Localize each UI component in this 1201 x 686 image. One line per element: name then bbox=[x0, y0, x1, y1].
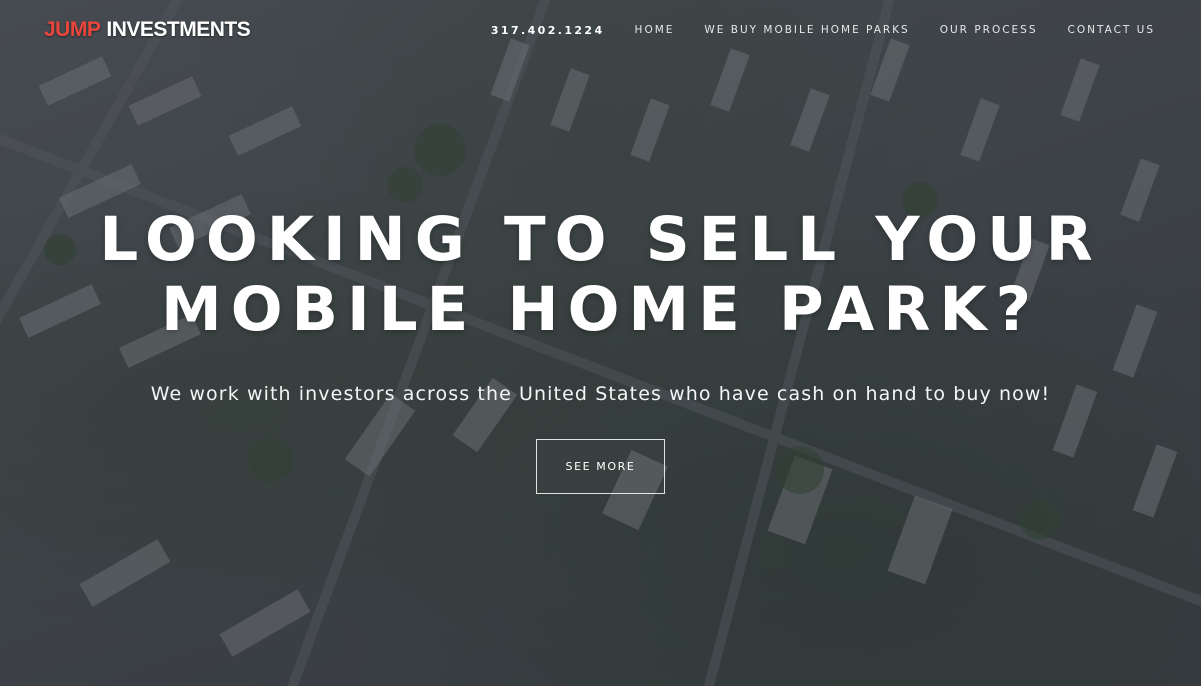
main-navigation: 317.402.1224 HOME WE BUY MOBILE HOME PAR… bbox=[491, 24, 1155, 37]
nav-item-contact-us[interactable]: CONTACT US bbox=[1068, 24, 1155, 36]
hero-headline: LOOKING TO SELL YOUR MOBILE HOME PARK? bbox=[0, 205, 1201, 345]
hero-subheadline: We work with investors across the United… bbox=[150, 383, 1051, 405]
site-header: JUMP INVESTMENTS 317.402.1224 HOME WE BU… bbox=[0, 0, 1201, 60]
brand-logo[interactable]: JUMP INVESTMENTS bbox=[44, 18, 251, 42]
logo-word-investments: INVESTMENTS bbox=[106, 18, 251, 41]
logo-word-jump: JUMP bbox=[44, 18, 101, 41]
hero-headline-line2: MOBILE HOME PARK? bbox=[161, 274, 1040, 345]
hero-section: LOOKING TO SELL YOUR MOBILE HOME PARK? W… bbox=[0, 205, 1201, 494]
nav-phone-link[interactable]: 317.402.1224 bbox=[491, 24, 605, 37]
see-more-button[interactable]: SEE MORE bbox=[536, 439, 665, 494]
hero-headline-line1: LOOKING TO SELL YOUR bbox=[99, 204, 1102, 275]
nav-item-we-buy-mobile-home-parks[interactable]: WE BUY MOBILE HOME PARKS bbox=[704, 24, 909, 36]
nav-item-home[interactable]: HOME bbox=[635, 24, 675, 36]
nav-item-our-process[interactable]: OUR PROCESS bbox=[940, 24, 1038, 36]
